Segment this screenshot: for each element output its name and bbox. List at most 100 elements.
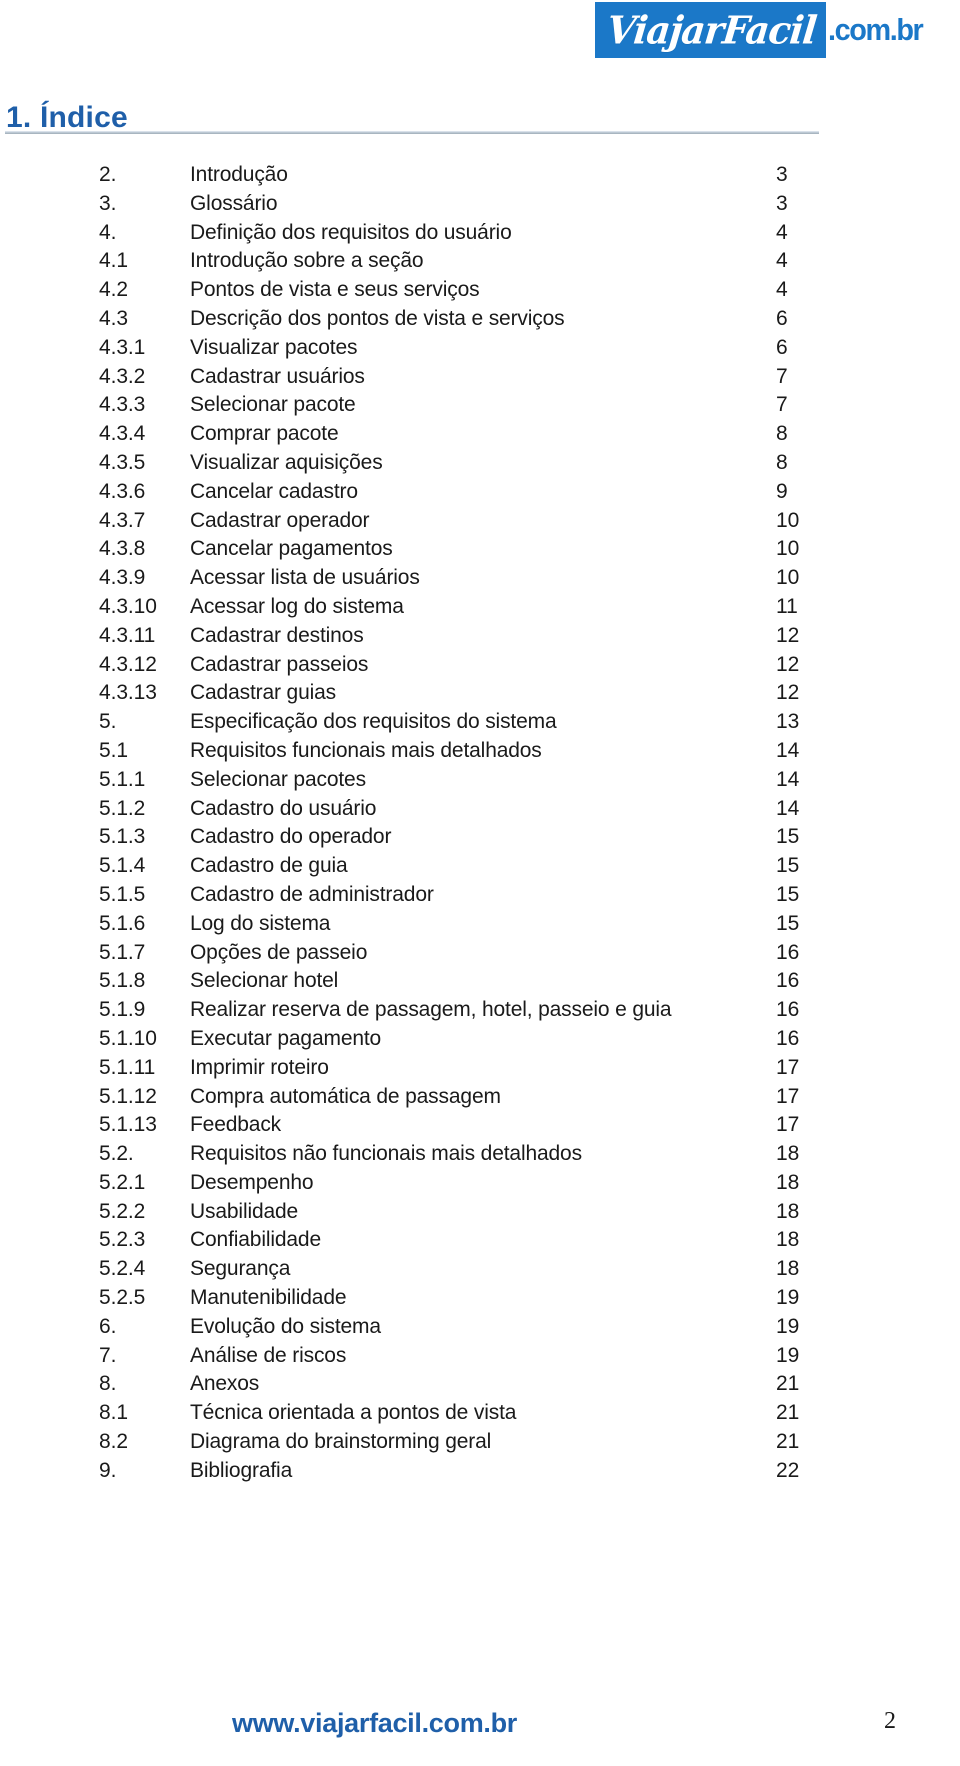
toc-entry[interactable]: 8.2 Diagrama do brainstorming geral 21 <box>0 1428 960 1457</box>
toc-entry[interactable]: 9. Bibliografia 22 <box>0 1457 960 1486</box>
toc-entry[interactable]: 4.2 Pontos de vista e seus serviços 4 <box>0 276 960 305</box>
toc-entry-label: Confiabilidade <box>190 1228 321 1252</box>
toc-entry[interactable]: 4. Definição dos requisitos do usuário 4 <box>0 219 960 248</box>
toc-entry[interactable]: 4.3.10 Acessar log do sistema 11 <box>0 593 960 622</box>
toc-entry-label: Realizar reserva de passagem, hotel, pas… <box>190 998 672 1022</box>
logo-tld-text: .com.br <box>827 12 924 47</box>
toc-entry[interactable]: 5.1.10 Executar pagamento 16 <box>0 1025 960 1054</box>
toc-entry-label: Executar pagamento <box>190 1026 382 1050</box>
toc-entry-page: 15 <box>776 825 800 849</box>
toc-entry-label: Glossário <box>190 191 278 215</box>
toc-entry-number: 5.2.1 <box>99 1170 146 1194</box>
toc-entry-number: 5.2.2 <box>99 1199 146 1223</box>
toc-entry[interactable]: 5.1.7 Opções de passeio 16 <box>0 939 960 968</box>
footer-website-url[interactable]: www.viajarfacil.com.br <box>232 1708 517 1739</box>
toc-entry[interactable]: 5.1.1 Selecionar pacotes 14 <box>0 766 960 795</box>
toc-entry[interactable]: 4.3.7 Cadastrar operador 10 <box>0 507 960 536</box>
toc-entry[interactable]: 4.3.13 Cadastrar guias 12 <box>0 679 960 708</box>
toc-entry[interactable]: 4.3.1 Visualizar pacotes 6 <box>0 334 960 363</box>
toc-entry[interactable]: 5.1.12 Compra automática de passagem 17 <box>0 1083 960 1112</box>
toc-entry-page: 8 <box>776 422 788 446</box>
toc-entry-number: 4. <box>99 220 117 244</box>
toc-entry[interactable]: 5.2.3 Confiabilidade 18 <box>0 1226 960 1255</box>
toc-entry-page: 18 <box>776 1199 800 1223</box>
toc-entry[interactable]: 2. Introdução 3 <box>0 161 960 190</box>
toc-entry[interactable]: 4.3.4 Comprar pacote 8 <box>0 420 960 449</box>
toc-entry[interactable]: 4.3.8 Cancelar pagamentos 10 <box>0 535 960 564</box>
toc-entry[interactable]: 5.1.3 Cadastro do operador 15 <box>0 823 960 852</box>
toc-entry-label: Análise de riscos <box>190 1343 347 1367</box>
toc-entry[interactable]: 4.3.3 Selecionar pacote 7 <box>0 391 960 420</box>
page-footer: www.viajarfacil.com.br 2 <box>0 1686 960 1766</box>
toc-entry-label: Usabilidade <box>190 1199 299 1223</box>
toc-entry[interactable]: 5.1.9 Realizar reserva de passagem, hotel… <box>0 996 960 1025</box>
toc-entry-number: 5.1.2 <box>99 796 146 820</box>
toc-entry[interactable]: 5.2.5 Manutenibilidade 19 <box>0 1284 960 1313</box>
toc-entry-label: Bibliografia <box>190 1458 293 1482</box>
toc-entry-page: 3 <box>776 191 788 215</box>
toc-entry[interactable]: 4.3.11 Cadastrar destinos 12 <box>0 622 960 651</box>
toc-entry-label: Acessar lista de usuários <box>190 566 420 590</box>
toc-entry-page: 17 <box>776 1084 800 1108</box>
toc-entry[interactable]: 4.3.12 Cadastrar passeios 12 <box>0 651 960 680</box>
toc-entry[interactable]: 4.3 Descrição dos pontos de vista e servi… <box>0 305 960 334</box>
toc-entry-label: Especificação dos requisitos do sistema <box>190 710 557 734</box>
toc-entry[interactable]: 5.2.1 Desempenho 18 <box>0 1169 960 1198</box>
toc-entry-label: Cadastro do operador <box>190 825 392 849</box>
toc-entry-page: 16 <box>776 969 800 993</box>
toc-entry-number: 5.2.5 <box>99 1286 146 1310</box>
toc-entry-page: 17 <box>776 1113 800 1137</box>
toc-entry[interactable]: 4.3.9 Acessar lista de usuários 10 <box>0 564 960 593</box>
toc-entry[interactable]: 4.3.6 Cancelar cadastro 9 <box>0 478 960 507</box>
toc-entry-label: Comprar pacote <box>190 422 339 446</box>
toc-entry[interactable]: 5. Especificação dos requisitos do sistem… <box>0 708 960 737</box>
toc-entry[interactable]: 5.1.8 Selecionar hotel 16 <box>0 967 960 996</box>
toc-entry-number: 4.1 <box>99 249 128 273</box>
toc-entry[interactable]: 5.1.2 Cadastro do usuário 14 <box>0 795 960 824</box>
toc-entry-number: 4.3.12 <box>99 652 157 676</box>
toc-entry-number: 5.1.1 <box>99 767 146 791</box>
toc-entry[interactable]: 5.1.6 Log do sistema 15 <box>0 910 960 939</box>
toc-entry-page: 15 <box>776 911 800 935</box>
toc-entry[interactable]: 3. Glossário 3 <box>0 190 960 219</box>
toc-entry-number: 5.1.10 <box>99 1026 157 1050</box>
toc-entry-number: 4.3.10 <box>99 594 157 618</box>
toc-entry[interactable]: 5.1 Requisitos funcionais mais detalhados… <box>0 737 960 766</box>
toc-entry-page: 12 <box>776 623 800 647</box>
toc-entry[interactable]: 4.1 Introdução sobre a seção 4 <box>0 247 960 276</box>
toc-entry-label: Cancelar pagamentos <box>190 537 393 561</box>
toc-entry-number: 4.3.4 <box>99 422 146 446</box>
toc-entry-number: 5.1.4 <box>99 854 146 878</box>
toc-entry[interactable]: 8. Anexos 21 <box>0 1370 960 1399</box>
toc-entry-page: 21 <box>776 1401 800 1425</box>
toc-entry[interactable]: 4.3.2 Cadastrar usuários 7 <box>0 363 960 392</box>
toc-entry-page: 4 <box>776 278 788 302</box>
toc-entry[interactable]: 8.1 Técnica orientada a pontos de vista 21 <box>0 1399 960 1428</box>
toc-entry-label: Cadastro de guia <box>190 854 348 878</box>
toc-entry[interactable]: 4.3.5 Visualizar aquisições 8 <box>0 449 960 478</box>
page-header: ViajarFacil .com.br <box>0 0 960 72</box>
toc-entry-number: 4.3.1 <box>99 335 146 359</box>
toc-entry-page: 9 <box>776 479 788 503</box>
toc-entry-label: Introdução sobre a seção <box>190 249 424 273</box>
toc-entry-number: 9. <box>99 1458 117 1482</box>
toc-entry-number: 8.1 <box>99 1401 128 1425</box>
toc-entry[interactable]: 5.2.4 Segurança 18 <box>0 1255 960 1284</box>
toc-entry-number: 5.2.3 <box>99 1228 146 1252</box>
toc-entry[interactable]: 5.2. Requisitos não funcionais mais detal… <box>0 1140 960 1169</box>
toc-entry[interactable]: 7. Análise de riscos 19 <box>0 1342 960 1371</box>
toc-entry-number: 4.3.7 <box>99 508 146 532</box>
toc-entry[interactable]: 5.2.2 Usabilidade 18 <box>0 1198 960 1227</box>
toc-entry-number: 3. <box>99 191 117 215</box>
toc-entry-label: Visualizar aquisições <box>190 450 383 474</box>
toc-entry-page: 19 <box>776 1314 800 1338</box>
toc-entry-number: 4.3 <box>99 306 128 330</box>
toc-entry[interactable]: 6. Evolução do sistema 19 <box>0 1313 960 1342</box>
toc-entry-number: 4.3.6 <box>99 479 146 503</box>
toc-entry-label: Diagrama do brainstorming geral <box>190 1430 492 1454</box>
toc-entry[interactable]: 5.1.11 Imprimir roteiro 17 <box>0 1054 960 1083</box>
toc-entry[interactable]: 5.1.13 Feedback 17 <box>0 1111 960 1140</box>
toc-entry[interactable]: 5.1.5 Cadastro de administrador 15 <box>0 881 960 910</box>
toc-entry[interactable]: 5.1.4 Cadastro de guia 15 <box>0 852 960 881</box>
toc-entry-page: 12 <box>776 681 800 705</box>
